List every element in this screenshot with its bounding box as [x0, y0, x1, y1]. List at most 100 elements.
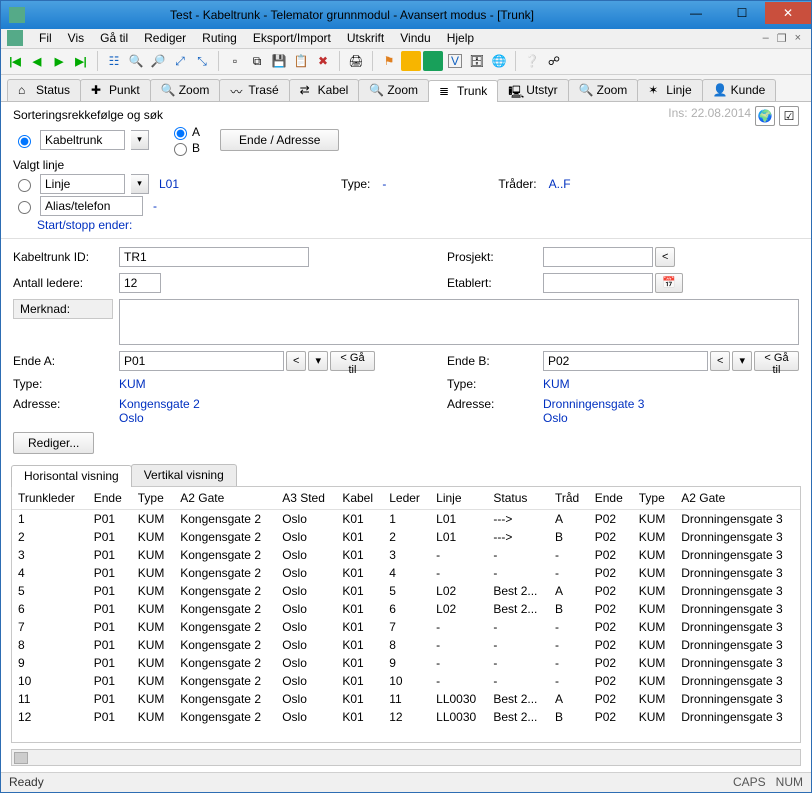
prosjekt-input[interactable]: [543, 247, 653, 267]
table-row[interactable]: 8P01KUMKongensgate 2OsloK018---P02KUMDro…: [12, 636, 800, 654]
radio-alias[interactable]: [18, 201, 31, 214]
table-row[interactable]: 9P01KUMKongensgate 2OsloK019---P02KUMDro…: [12, 654, 800, 672]
endea-pick[interactable]: <: [286, 351, 306, 371]
close-button[interactable]: ✕: [765, 2, 811, 24]
minimize-button[interactable]: —: [673, 2, 719, 24]
linje-combo-dd[interactable]: ▾: [131, 174, 149, 194]
endeb-pick[interactable]: <: [710, 351, 730, 371]
checklist-icon[interactable]: ☑: [779, 106, 799, 126]
prosjekt-pick-button[interactable]: <: [655, 247, 675, 267]
table-row[interactable]: 11P01KUMKongensgate 2OsloK0111LL0030Best…: [12, 690, 800, 708]
tab-zoom-8[interactable]: 🔍Zoom: [568, 79, 639, 101]
table-row[interactable]: 7P01KUMKongensgate 2OsloK017---P02KUMDro…: [12, 618, 800, 636]
kabeltrunk-combo-dd[interactable]: ▾: [131, 130, 149, 150]
help-icon[interactable]: ❔: [522, 51, 542, 71]
col-status[interactable]: Status: [487, 487, 549, 510]
col-trd[interactable]: Tråd: [549, 487, 589, 510]
col-a3sted[interactable]: A3 Sted: [276, 487, 336, 510]
ende-adresse-button[interactable]: Ende / Adresse: [220, 129, 339, 151]
endea-input[interactable]: [119, 351, 284, 371]
startstopp-label[interactable]: Start/stopp ender:: [37, 218, 132, 232]
zoom-reset-icon[interactable]: ⤢: [170, 51, 190, 71]
table-row[interactable]: 5P01KUMKongensgate 2OsloK015L02Best 2...…: [12, 582, 800, 600]
paste-icon[interactable]: 📋: [291, 51, 311, 71]
tree-icon[interactable]: ☷: [104, 51, 124, 71]
table-row[interactable]: 12P01KUMKongensgate 2OsloK0112LL0030Best…: [12, 708, 800, 726]
globe-icon[interactable]: 🌐: [489, 51, 509, 71]
endea-goto[interactable]: < Gå til: [330, 351, 375, 371]
box-green-icon[interactable]: [423, 51, 443, 71]
radio-b[interactable]: [174, 143, 187, 156]
menu-fil[interactable]: Fil: [31, 29, 60, 47]
col-ende[interactable]: Ende: [88, 487, 132, 510]
flag-icon[interactable]: ⚑: [379, 51, 399, 71]
linje-combo[interactable]: [40, 174, 125, 194]
mdi-close[interactable]: ×: [791, 32, 805, 44]
trunkleder-table[interactable]: TrunklederEndeTypeA2 GateA3 StedKabelLed…: [11, 486, 801, 743]
table-row[interactable]: 2P01KUMKongensgate 2OsloK012L01--->BP02K…: [12, 528, 800, 546]
table-row[interactable]: 6P01KUMKongensgate 2OsloK016L02Best 2...…: [12, 600, 800, 618]
link-icon[interactable]: ☍: [544, 51, 564, 71]
box-orange-icon[interactable]: [401, 51, 421, 71]
table-row[interactable]: 1P01KUMKongensgate 2OsloK011L01--->AP02K…: [12, 509, 800, 528]
tab-trunk-6[interactable]: ≣Trunk: [428, 80, 498, 102]
nav-prev-icon[interactable]: ◀: [27, 51, 47, 71]
col-a2gate[interactable]: A2 Gate: [174, 487, 276, 510]
tab-horisontal[interactable]: Horisontal visning: [11, 465, 132, 487]
rediger-button[interactable]: Rediger...: [13, 432, 94, 454]
alias-combo[interactable]: [40, 196, 143, 216]
radio-kabeltrunk[interactable]: [18, 135, 31, 148]
mdi-minimize[interactable]: –: [759, 32, 773, 44]
menu-vis[interactable]: Vis: [60, 29, 92, 47]
db-icon[interactable]: 🗄: [467, 51, 487, 71]
maximize-button[interactable]: ☐: [719, 2, 765, 24]
menu-vindu[interactable]: Vindu: [392, 29, 438, 47]
horizontal-scrollbar[interactable]: [11, 749, 801, 766]
endeb-input[interactable]: [543, 351, 708, 371]
etablert-input[interactable]: [543, 273, 653, 293]
col-a2gate[interactable]: A2 Gate: [675, 487, 800, 510]
col-kabel[interactable]: Kabel: [336, 487, 383, 510]
tab-status-0[interactable]: ⌂Status: [7, 79, 81, 101]
nav-last-icon[interactable]: ▶|: [71, 51, 91, 71]
nav-next-icon[interactable]: ▶: [49, 51, 69, 71]
tab-utstyr-7[interactable]: 🖳Utstyr: [497, 79, 568, 101]
col-trunkleder[interactable]: Trunkleder: [12, 487, 88, 510]
endea-dd[interactable]: ▾: [308, 351, 328, 371]
tab-kabel-4[interactable]: ⇄Kabel: [289, 79, 360, 101]
tab-vertikal[interactable]: Vertikal visning: [131, 464, 237, 486]
copy-icon[interactable]: ⧉: [247, 51, 267, 71]
save-icon[interactable]: 💾: [269, 51, 289, 71]
nav-first-icon[interactable]: |◀: [5, 51, 25, 71]
menu-gtil[interactable]: Gå til: [92, 29, 136, 47]
menu-rediger[interactable]: Rediger: [136, 29, 194, 47]
new-icon[interactable]: ▫: [225, 51, 245, 71]
merknad-textarea[interactable]: [119, 299, 799, 345]
endeb-goto[interactable]: < Gå til: [754, 351, 799, 371]
mdi-restore[interactable]: ❐: [773, 32, 791, 45]
zoom-out-icon[interactable]: 🔎: [148, 51, 168, 71]
endeb-dd[interactable]: ▾: [732, 351, 752, 371]
radio-linje[interactable]: [18, 179, 31, 192]
kabeltrunk-combo[interactable]: [40, 130, 125, 150]
table-row[interactable]: 10P01KUMKongensgate 2OsloK0110---P02KUMD…: [12, 672, 800, 690]
col-linje[interactable]: Linje: [430, 487, 487, 510]
tab-linje-9[interactable]: ✶Linje: [637, 79, 702, 101]
zoom-fit-icon[interactable]: ⤡: [192, 51, 212, 71]
scrollbar-thumb[interactable]: [14, 752, 28, 764]
col-type[interactable]: Type: [633, 487, 676, 510]
app-menu-icon[interactable]: [7, 30, 23, 46]
tab-kunde-10[interactable]: 👤Kunde: [702, 79, 777, 101]
menu-hjelp[interactable]: Hjelp: [439, 29, 482, 47]
radio-a[interactable]: [174, 127, 187, 140]
menu-eksportimport[interactable]: Eksport/Import: [245, 29, 339, 47]
date-picker-button[interactable]: 📅: [655, 273, 683, 293]
menu-utskrift[interactable]: Utskrift: [339, 29, 392, 47]
table-row[interactable]: 4P01KUMKongensgate 2OsloK014---P02KUMDro…: [12, 564, 800, 582]
tab-zoom-5[interactable]: 🔍Zoom: [358, 79, 429, 101]
tab-zoom-2[interactable]: 🔍Zoom: [150, 79, 221, 101]
col-ende[interactable]: Ende: [589, 487, 633, 510]
zoom-in-icon[interactable]: 🔍: [126, 51, 146, 71]
antall-input[interactable]: [119, 273, 161, 293]
print-icon[interactable]: 🖨: [346, 51, 366, 71]
